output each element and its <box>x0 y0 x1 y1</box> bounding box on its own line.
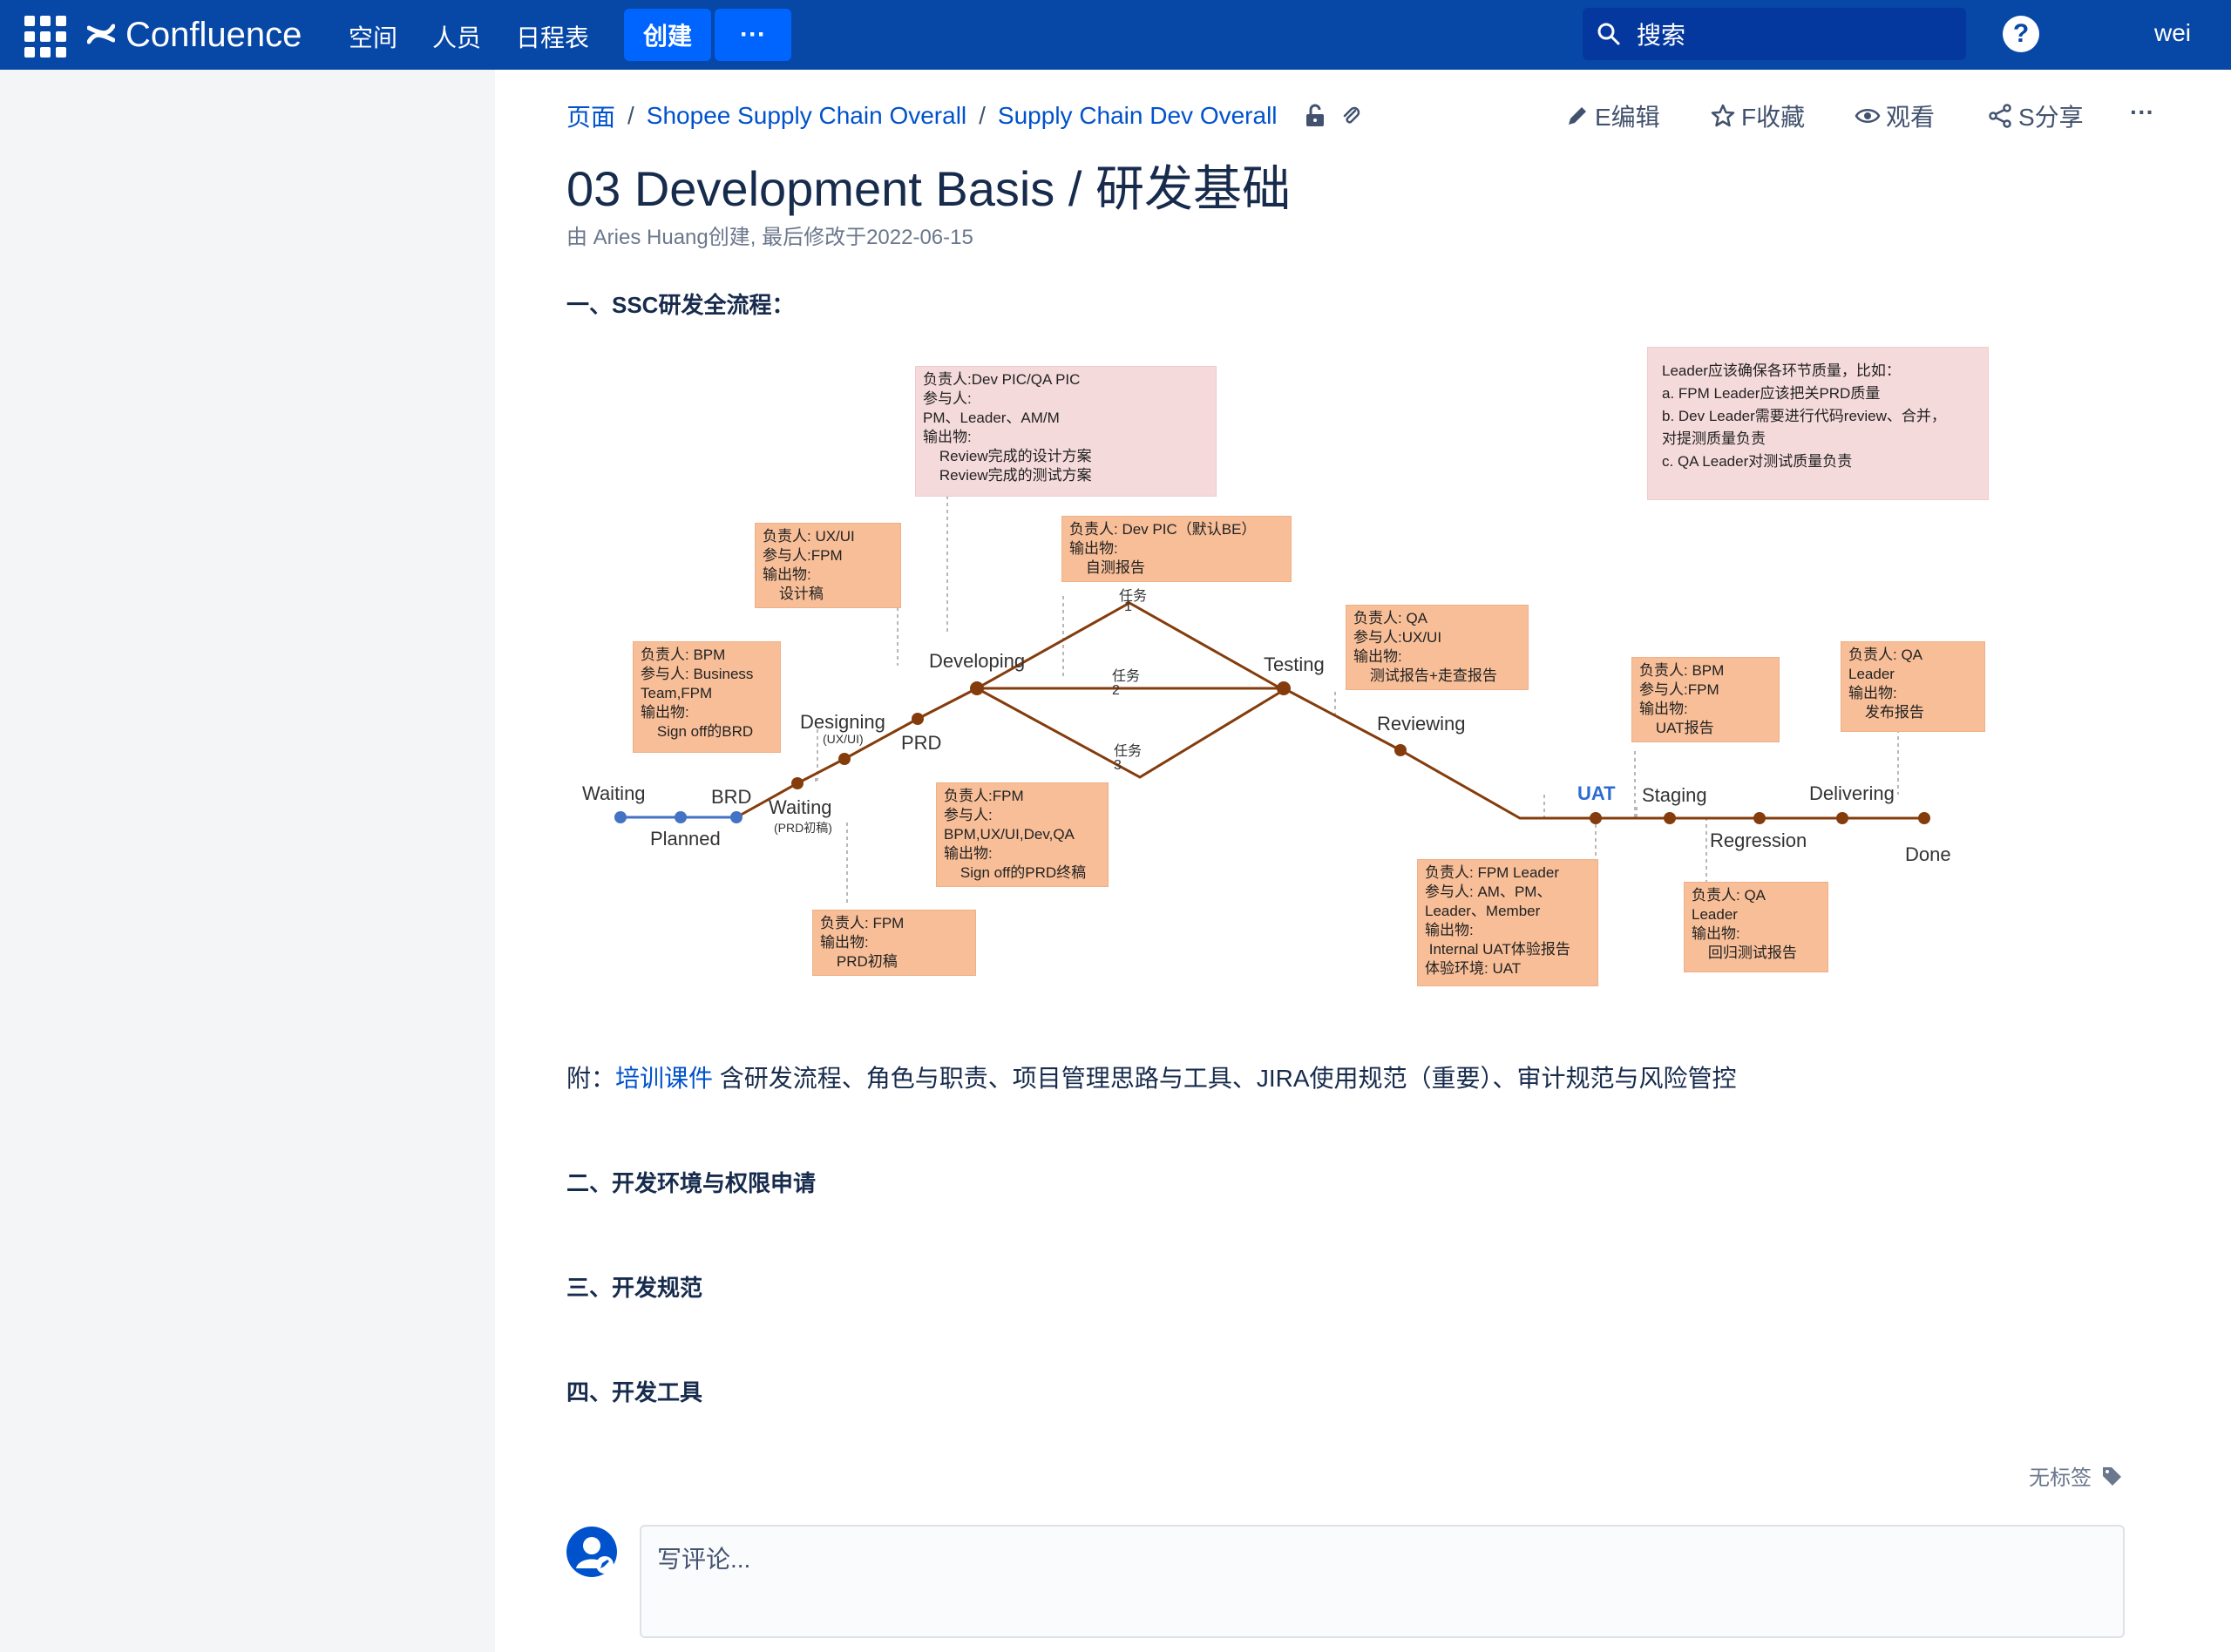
section-heading-3: 三、开发规范 <box>566 1275 703 1301</box>
nav-spaces[interactable]: 空间 <box>349 19 397 54</box>
breadcrumb-pages[interactable]: 页面 <box>566 98 615 133</box>
regression-role-box: 负责人: QA Leader 输出物: 回归测试报告 <box>1684 882 1828 972</box>
stage-regression: Regression <box>1710 829 1807 851</box>
stage-reviewing: Reviewing <box>1377 713 1466 735</box>
eye-icon <box>1855 109 1881 123</box>
edit-button[interactable]: E编辑 <box>1565 98 1660 133</box>
task-2-label: 任务 <box>1112 669 1141 684</box>
star-icon <box>1711 104 1735 127</box>
no-labels-text: 无标签 <box>2029 1466 2092 1490</box>
unlock-icon[interactable] <box>1304 104 1326 128</box>
nav-people[interactable]: 人员 <box>432 19 481 54</box>
stage-staging: Staging <box>1642 784 1707 806</box>
stage-designing: Designing <box>800 711 885 733</box>
search-placeholder: 搜索 <box>1637 22 1686 49</box>
release-role-box: 负责人: QA Leader 输出物: 发布报告 <box>1841 641 1985 732</box>
share-button[interactable]: S分享 <box>1987 98 2084 133</box>
search-icon <box>1597 23 1620 45</box>
designing-role-box: 负责人: UX/UI 参与人:FPM 输出物: 设计稿 <box>755 523 901 608</box>
watch-label: 观看 <box>1886 104 1936 131</box>
task-1-number: 1 <box>1124 599 1132 614</box>
nav-calendar[interactable]: 日程表 <box>516 19 589 54</box>
app-switcher-icon[interactable] <box>24 16 66 58</box>
developing-role-box: 负责人:Dev PIC/QA PIC 参与人: PM、Leader、AM/M 输… <box>915 366 1217 497</box>
section-heading-2: 二、开发环境与权限申请 <box>566 1170 817 1196</box>
self-test-role-box: 负责人: Dev PIC（默认BE） 输出物: 自测报告 <box>1061 516 1292 582</box>
favourite-button[interactable]: F收藏 <box>1710 98 1805 133</box>
uat-role-box: 负责人: FPM Leader 参与人: AM、PM、 Leader、Membe… <box>1417 859 1598 986</box>
stage-delivering: Delivering <box>1809 782 1895 804</box>
help-icon[interactable]: ? <box>2003 16 2039 52</box>
breadcrumb: 页面 / Shopee Supply Chain Overall / Suppl… <box>566 98 1361 133</box>
prd-final-role-box: 负责人:FPM 参与人: BPM,UX/UI,Dev,QA 输出物: Sign … <box>936 782 1109 887</box>
uat-report-role-box: 负责人: BPM 参与人:FPM 输出物: UAT报告 <box>1631 657 1780 742</box>
breadcrumb-separator: / <box>627 102 634 129</box>
product-name: Confluence <box>125 15 302 54</box>
pencil-icon <box>1569 107 1586 125</box>
task-2-number: 2 <box>1112 683 1120 698</box>
sidebar <box>0 70 495 1652</box>
comment-input[interactable]: 写评论... <box>640 1525 2125 1638</box>
testing-role-box: 负责人: QA 参与人:UX/UI 输出物: 测试报告+走查报告 <box>1346 605 1529 690</box>
stage-developing: Developing <box>929 650 1026 672</box>
create-button[interactable]: 创建 <box>624 9 711 61</box>
top-navigation-bar: Confluence 空间 人员 日程表 创建 ··· 搜索 ? wei <box>0 0 2231 70</box>
page-byline: 由 Aries Huang创建, 最后修改于2022-06-15 <box>566 226 973 249</box>
avatar-icon <box>576 1537 614 1574</box>
search-field[interactable]: 搜索 <box>1583 8 1966 60</box>
stage-uat: UAT <box>1577 782 1616 804</box>
training-link[interactable]: 培训课件 <box>615 1065 713 1092</box>
stage-planned: Planned <box>650 828 721 850</box>
watch-button[interactable]: 观看 <box>1855 98 1935 133</box>
stage-designing-sub: (UX/UI) <box>823 732 864 746</box>
appendix-text: 含研发流程、角色与职责、项目管理思路与工具、JIRA使用规范（重要）、审计规范与… <box>713 1065 1737 1092</box>
share-label: S分享 <box>2018 104 2084 131</box>
page-title: 03 Development Basis / 研发基础 <box>566 161 1291 216</box>
appendix-prefix: 附： <box>566 1065 616 1092</box>
task-1-label: 任务 <box>1119 589 1148 604</box>
section-heading-4: 四、开发工具 <box>566 1379 703 1405</box>
task-3-label: 任务 <box>1114 744 1143 759</box>
confluence-logo-icon <box>87 24 115 44</box>
edit-label: E编辑 <box>1595 104 1660 131</box>
share-icon <box>1989 104 2011 128</box>
user-avatar <box>566 1527 617 1577</box>
ssc-process-diagram: Leader应该确保各环节质量，比如： a. FPM Leader应该把关PRD… <box>566 342 1996 1004</box>
page-labels[interactable]: 无标签 <box>2029 1460 2123 1491</box>
stage-brd: BRD <box>711 786 752 808</box>
leader-quality-note: Leader应该确保各环节质量，比如： a. FPM Leader应该把关PRD… <box>1647 347 1989 500</box>
breadcrumb-space[interactable]: Shopee Supply Chain Overall <box>647 102 966 130</box>
brd-role-box: 负责人: BPM 参与人: Business Team,FPM 输出物: Sig… <box>633 641 781 753</box>
appendix-paragraph: 附：培训课件 含研发流程、角色与职责、项目管理思路与工具、JIRA使用规范（重要… <box>566 1060 1737 1094</box>
stage-testing: Testing <box>1264 653 1325 675</box>
attachment-icon[interactable] <box>1340 104 1361 128</box>
breadcrumb-separator: / <box>979 102 986 129</box>
stage-prd: PRD <box>901 732 942 754</box>
tag-icon <box>2103 1466 2121 1486</box>
stage-waiting-prd: Waiting <box>769 796 832 818</box>
confluence-logo[interactable]: Confluence <box>87 12 302 58</box>
more-actions-icon[interactable]: ··· <box>2130 98 2154 126</box>
breadcrumb-parent[interactable]: Supply Chain Dev Overall <box>998 102 1278 130</box>
prd-draft-role-box: 负责人: FPM 输出物: PRD初稿 <box>812 910 976 976</box>
task-3-number: 3 <box>1114 758 1122 773</box>
favourite-label: F收藏 <box>1741 104 1806 131</box>
stage-waiting-prd-sub: (PRD初稿) <box>774 821 832 835</box>
stage-waiting: Waiting <box>582 782 646 804</box>
section-heading-1: 一、SSC研发全流程： <box>566 292 795 318</box>
stage-done: Done <box>1905 843 1951 865</box>
user-menu[interactable]: wei <box>2154 19 2191 47</box>
create-more-button[interactable]: ··· <box>715 9 791 61</box>
